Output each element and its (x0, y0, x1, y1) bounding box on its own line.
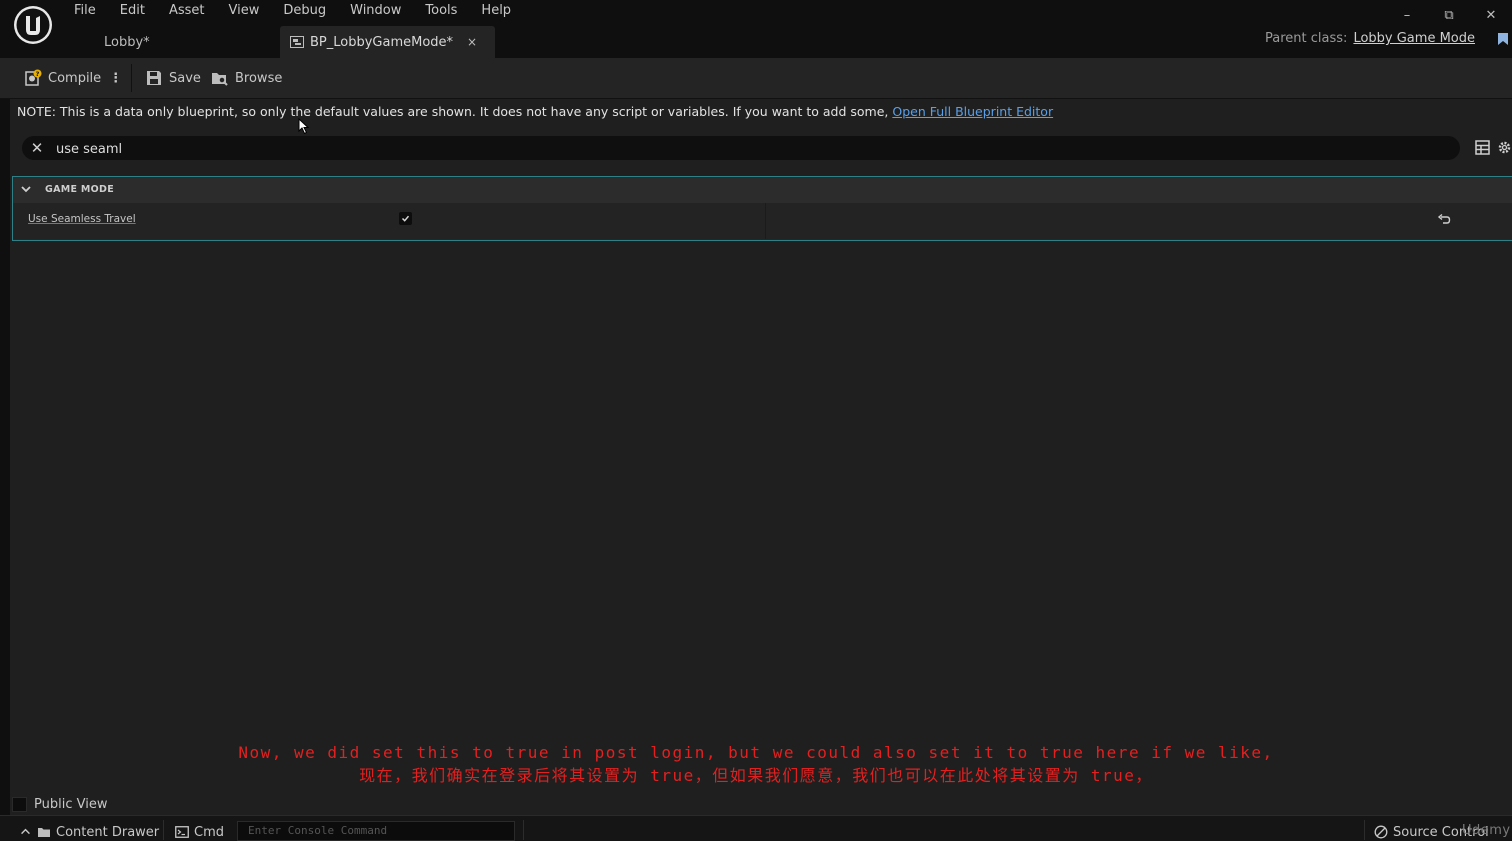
tab-lobby[interactable]: Lobby* (92, 26, 284, 58)
minimize-button[interactable]: – (1386, 4, 1428, 26)
toolbar: ? Compile ⋮ Save Browse (0, 58, 1512, 99)
content-drawer-label: Content Drawer (56, 824, 160, 840)
table-view-icon[interactable] (1475, 140, 1490, 155)
parent-class-link[interactable]: Lobby Game Mode (1353, 31, 1475, 46)
reset-to-default-icon[interactable] (1437, 213, 1451, 227)
status-separator (523, 820, 524, 840)
menu-view[interactable]: View (217, 0, 272, 22)
unreal-logo-icon[interactable] (12, 4, 54, 46)
close-window-button[interactable]: ✕ (1470, 4, 1512, 26)
restore-button[interactable]: ⧉ (1428, 4, 1470, 26)
tab-lobby-label: Lobby* (104, 34, 150, 50)
chevron-up-icon (21, 828, 30, 835)
menu-help[interactable]: Help (469, 0, 523, 22)
left-panel-edge (0, 99, 10, 815)
status-separator (163, 820, 164, 840)
menu-window[interactable]: Window (338, 0, 413, 22)
property-row-use-seamless-travel: Use Seamless Travel (13, 203, 1512, 239)
checkmark-icon (401, 215, 410, 222)
content-drawer-icon (38, 828, 50, 837)
cmd-label: Cmd (194, 824, 224, 840)
toolbar-separator (131, 64, 132, 92)
menu-file[interactable]: File (62, 0, 108, 22)
subtitle-english: Now, we did set this to true in post log… (238, 743, 1274, 762)
save-label: Save (169, 70, 201, 86)
cmd-button[interactable]: Cmd (175, 823, 224, 841)
category-title: GAME MODE (45, 184, 115, 195)
compile-label: Compile (48, 70, 102, 86)
property-label: Use Seamless Travel (28, 213, 136, 225)
udemy-watermark: Udemy (1462, 823, 1511, 838)
source-control-disabled-icon (1374, 825, 1388, 839)
video-subtitles: Now, we did set this to true in post log… (0, 741, 1512, 787)
menu-bar: File Edit Asset View Debug Window Tools … (62, 0, 523, 22)
tab-bp-lobby-game-mode[interactable]: BP_LobbyGameMode* × (280, 26, 495, 58)
public-view-label: Public View (34, 797, 108, 812)
console-command-input[interactable]: Enter Console Command (237, 821, 515, 841)
compile-options-icon[interactable]: ⋮ (109, 71, 122, 86)
menu-asset[interactable]: Asset (157, 0, 217, 22)
parent-class: Parent class: Lobby Game Mode (1265, 31, 1475, 46)
data-only-blueprint-note: NOTE: This is a data only blueprint, so … (17, 104, 1053, 119)
public-view-toggle[interactable]: Public View (12, 797, 107, 812)
compile-icon: ? (25, 69, 42, 86)
status-separator (1364, 820, 1365, 840)
column-divider (765, 203, 766, 239)
mouse-cursor-icon (298, 118, 310, 135)
menu-edit[interactable]: Edit (108, 0, 157, 22)
bookmark-icon[interactable] (1496, 32, 1510, 46)
content-drawer-button[interactable]: Content Drawer (20, 823, 159, 841)
tab-close-icon[interactable]: × (467, 35, 477, 49)
unreal-editor-window: File Edit Asset View Debug Window Tools … (0, 0, 1512, 841)
browse-folder-icon (212, 73, 228, 86)
category-game-mode: GAME MODE Use Seamless Travel (12, 176, 1512, 241)
menu-debug[interactable]: Debug (271, 0, 338, 22)
save-button[interactable]: Save (145, 67, 201, 89)
svg-text:?: ? (36, 70, 40, 78)
use-seamless-travel-checkbox[interactable] (399, 212, 412, 225)
title-bar: File Edit Asset View Debug Window Tools … (0, 0, 1512, 58)
browse-button[interactable]: Browse (211, 67, 282, 89)
open-full-blueprint-editor-link[interactable]: Open Full Blueprint Editor (892, 104, 1053, 119)
browse-label: Browse (235, 70, 283, 86)
status-bar: Content Drawer Cmd Enter Console Command… (0, 815, 1512, 841)
tab-bp-label: BP_LobbyGameMode* (310, 34, 454, 50)
blueprint-icon (290, 36, 304, 48)
category-header[interactable]: GAME MODE (13, 177, 1512, 203)
save-icon (147, 71, 161, 85)
note-text: NOTE: This is a data only blueprint, so … (17, 104, 893, 119)
parent-class-label: Parent class: (1265, 31, 1348, 46)
window-controls: – ⧉ ✕ (1386, 4, 1512, 26)
details-search-bar: ✕ (22, 136, 1460, 160)
terminal-icon (175, 826, 189, 838)
public-view-checkbox[interactable] (12, 797, 27, 812)
gear-icon[interactable] (1497, 140, 1512, 155)
chevron-down-icon[interactable] (20, 183, 32, 195)
menu-tools[interactable]: Tools (413, 0, 469, 22)
details-search-input[interactable] (54, 138, 1448, 160)
subtitle-chinese: 现在，我们确实在登录后将其设置为 true，但如果我们愿意，我们也可以在此处将其… (359, 766, 1153, 785)
clear-search-icon[interactable]: ✕ (28, 139, 46, 157)
compile-button[interactable]: ? Compile ⋮ (24, 67, 122, 89)
